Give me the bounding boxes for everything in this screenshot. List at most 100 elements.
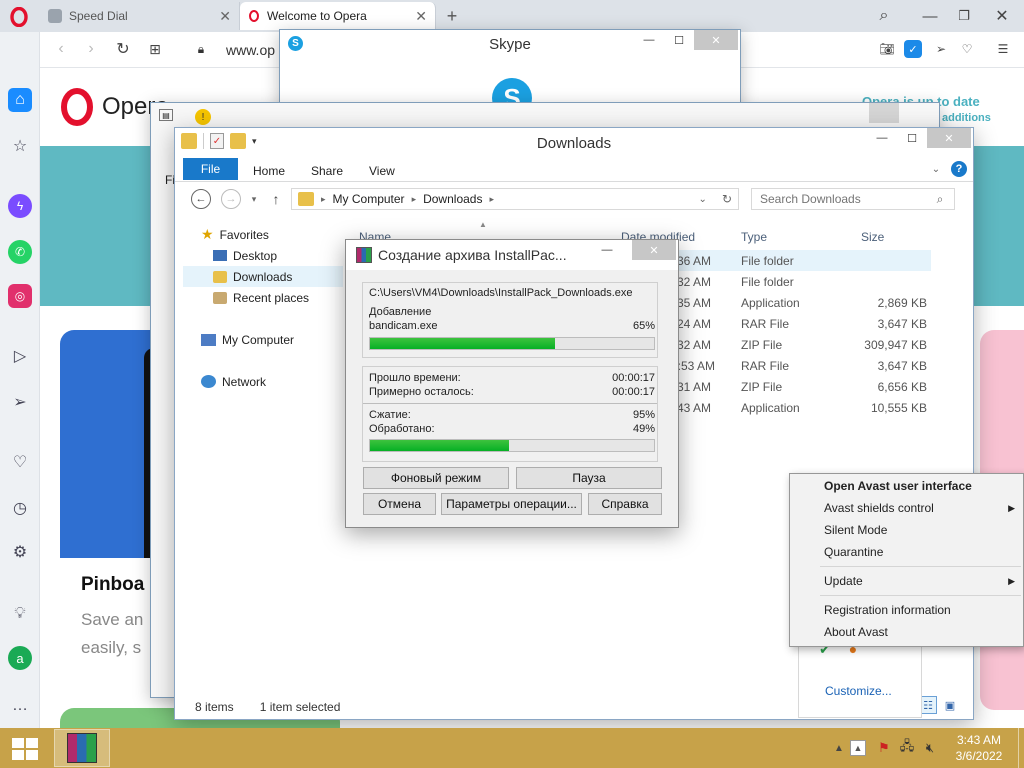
search-input[interactable] (751, 188, 955, 210)
show-desktop-button[interactable] (1018, 728, 1024, 768)
opera-menu-icon[interactable] (8, 6, 30, 28)
shield-check-icon[interactable]: ✓ (904, 40, 922, 58)
minimize-button[interactable]: — (592, 240, 622, 260)
file-progress-bar (369, 337, 655, 350)
aria-icon[interactable]: a (8, 646, 32, 670)
taskbar: ▲ ▲ ⚑ 🖧︎ 🔇︎ 3:43 AM 3/6/2022 (0, 728, 1024, 768)
player-icon[interactable]: ▷ (8, 344, 32, 368)
breadcrumb-downloads[interactable]: Downloads (423, 192, 482, 206)
history-icon[interactable]: ◷ (8, 496, 32, 520)
start-button-icon[interactable] (12, 738, 38, 760)
tree-my-computer[interactable]: My Computer (183, 329, 343, 350)
menu-item-silent-mode[interactable]: Silent Mode (824, 520, 1015, 540)
total-progress-bar (369, 439, 655, 452)
minimize-icon[interactable]: — (918, 4, 942, 28)
large-icons-view-icon[interactable]: ▣ (941, 696, 959, 714)
tab-file[interactable]: File (183, 158, 238, 180)
close-button[interactable]: ✕ (927, 128, 971, 148)
new-tab-icon[interactable]: + (440, 4, 464, 28)
taskbar-winrar-button[interactable] (54, 729, 110, 767)
customize-link[interactable]: Customize... (825, 684, 892, 698)
close-window-icon[interactable]: ✕ (990, 4, 1014, 28)
chevron-up-icon[interactable]: ▲ (832, 734, 846, 762)
pause-button[interactable]: Пауза (516, 467, 662, 489)
column-size[interactable]: Size (861, 230, 884, 244)
volume-muted-icon[interactable]: 🔇︎ (922, 740, 938, 756)
chevron-down-icon[interactable]: ⌄ (929, 162, 943, 176)
action-center-flag-icon[interactable]: ⚑ (876, 740, 892, 756)
help-button[interactable]: Справка (588, 493, 662, 515)
chevron-down-icon[interactable]: ⌄ (699, 194, 707, 205)
instagram-icon[interactable]: ◎ (8, 284, 32, 308)
reload-icon[interactable]: ↻ (112, 38, 134, 60)
cancel-button[interactable]: Отмена (363, 493, 436, 515)
menu-item-open-avast[interactable]: Open Avast user interface (824, 476, 1015, 496)
column-type[interactable]: Type (741, 230, 767, 244)
help-icon[interactable]: ? (951, 161, 967, 177)
tab-home[interactable]: Home (239, 160, 299, 182)
more-icon[interactable]: … (8, 694, 32, 718)
tree-favorites[interactable]: ★ Favorites (183, 224, 343, 245)
star-icon[interactable]: ☆ (8, 134, 32, 158)
search-icon[interactable]: ⌕ (872, 4, 896, 28)
menu-item-shields-control[interactable]: Avast shields control ▶ (824, 498, 1015, 518)
send-icon[interactable]: ➢ (8, 390, 32, 414)
maximize-button[interactable]: ☐ (897, 128, 927, 148)
tab-speed-dial[interactable]: Speed Dial ✕ (40, 2, 240, 30)
heart-icon[interactable]: ♡ (956, 38, 978, 60)
restore-icon[interactable]: ❐ (952, 4, 976, 28)
remaining-row: Примерно осталось: 00:00:17 (369, 386, 655, 398)
menu-item-registration[interactable]: Registration information (824, 600, 1015, 620)
settings-icon[interactable]: ⚙ (8, 540, 32, 564)
tab-label: Speed Dial (69, 9, 128, 23)
up-icon[interactable]: ↑ (267, 189, 285, 209)
minimize-button[interactable]: — (867, 128, 897, 148)
network-tray-icon[interactable]: 🖧︎ (898, 738, 916, 756)
recent-locations-icon[interactable]: ▾ (247, 192, 261, 206)
tab-welcome-to-opera[interactable]: Welcome to Opera ✕ (240, 2, 436, 30)
lightbulb-icon[interactable]: 💡︎ (8, 602, 32, 626)
menu-item-about[interactable]: About Avast (824, 622, 1015, 642)
menu-item-quarantine[interactable]: Quarantine (824, 542, 1015, 562)
tree-desktop[interactable]: Desktop (183, 245, 343, 266)
ghost-close-button[interactable] (869, 103, 899, 123)
current-file-row: bandicam.exe 65% (369, 320, 655, 332)
back-icon[interactable]: ← (191, 189, 211, 209)
operation-options-button[interactable]: Параметры операции... (441, 493, 582, 515)
minimize-button[interactable]: — (634, 30, 664, 50)
background-mode-button[interactable]: Фоновый режим (363, 467, 509, 489)
chevron-down-icon[interactable]: ▾ (252, 136, 257, 147)
forward-icon[interactable]: › (80, 38, 102, 60)
forward-icon[interactable]: → (221, 189, 241, 209)
clock[interactable]: 3:43 AM 3/6/2022 (944, 732, 1014, 764)
breadcrumb-my-computer[interactable]: My Computer (333, 192, 405, 206)
tab-view[interactable]: View (355, 160, 409, 182)
whatsapp-icon[interactable]: ✆ (8, 240, 32, 264)
properties-icon[interactable]: ✓ (210, 133, 224, 149)
close-icon[interactable]: ✕ (219, 8, 231, 25)
tabs-grid-icon[interactable]: ⊞ (144, 38, 166, 60)
refresh-icon[interactable]: ↻ (722, 192, 732, 206)
tree-downloads[interactable]: Downloads (183, 266, 343, 287)
new-folder-icon[interactable] (230, 133, 246, 149)
folder-icon[interactable] (181, 133, 197, 149)
close-button[interactable]: ✕ (694, 30, 738, 50)
tree-network[interactable]: Network (183, 371, 343, 392)
address-bar[interactable]: www.op (226, 42, 275, 58)
maximize-button[interactable]: ☐ (664, 30, 694, 50)
tab-share[interactable]: Share (297, 160, 357, 182)
address-bar[interactable]: ▸ My Computer ▸ Downloads ▸ ⌄ ↻ (291, 188, 739, 210)
card-text-line2: easily, s (81, 638, 142, 657)
home-icon[interactable]: ⌂ (8, 88, 32, 112)
close-button[interactable]: ✕ (632, 240, 676, 260)
send-icon[interactable]: ➢ (930, 38, 952, 60)
close-icon[interactable]: ✕ (415, 8, 427, 25)
messenger-icon[interactable]: ϟ (8, 194, 32, 218)
easy-setup-icon[interactable]: ☰ (992, 38, 1014, 60)
menu-item-update[interactable]: Update ▶ (824, 571, 1015, 591)
heart-icon[interactable]: ♡ (8, 450, 32, 474)
show-hidden-icons[interactable]: ▲ (850, 740, 866, 756)
tree-recent-places[interactable]: Recent places (183, 287, 343, 308)
back-icon[interactable]: ‹ (50, 38, 72, 60)
camera-icon[interactable]: 📷︎ (876, 38, 898, 60)
